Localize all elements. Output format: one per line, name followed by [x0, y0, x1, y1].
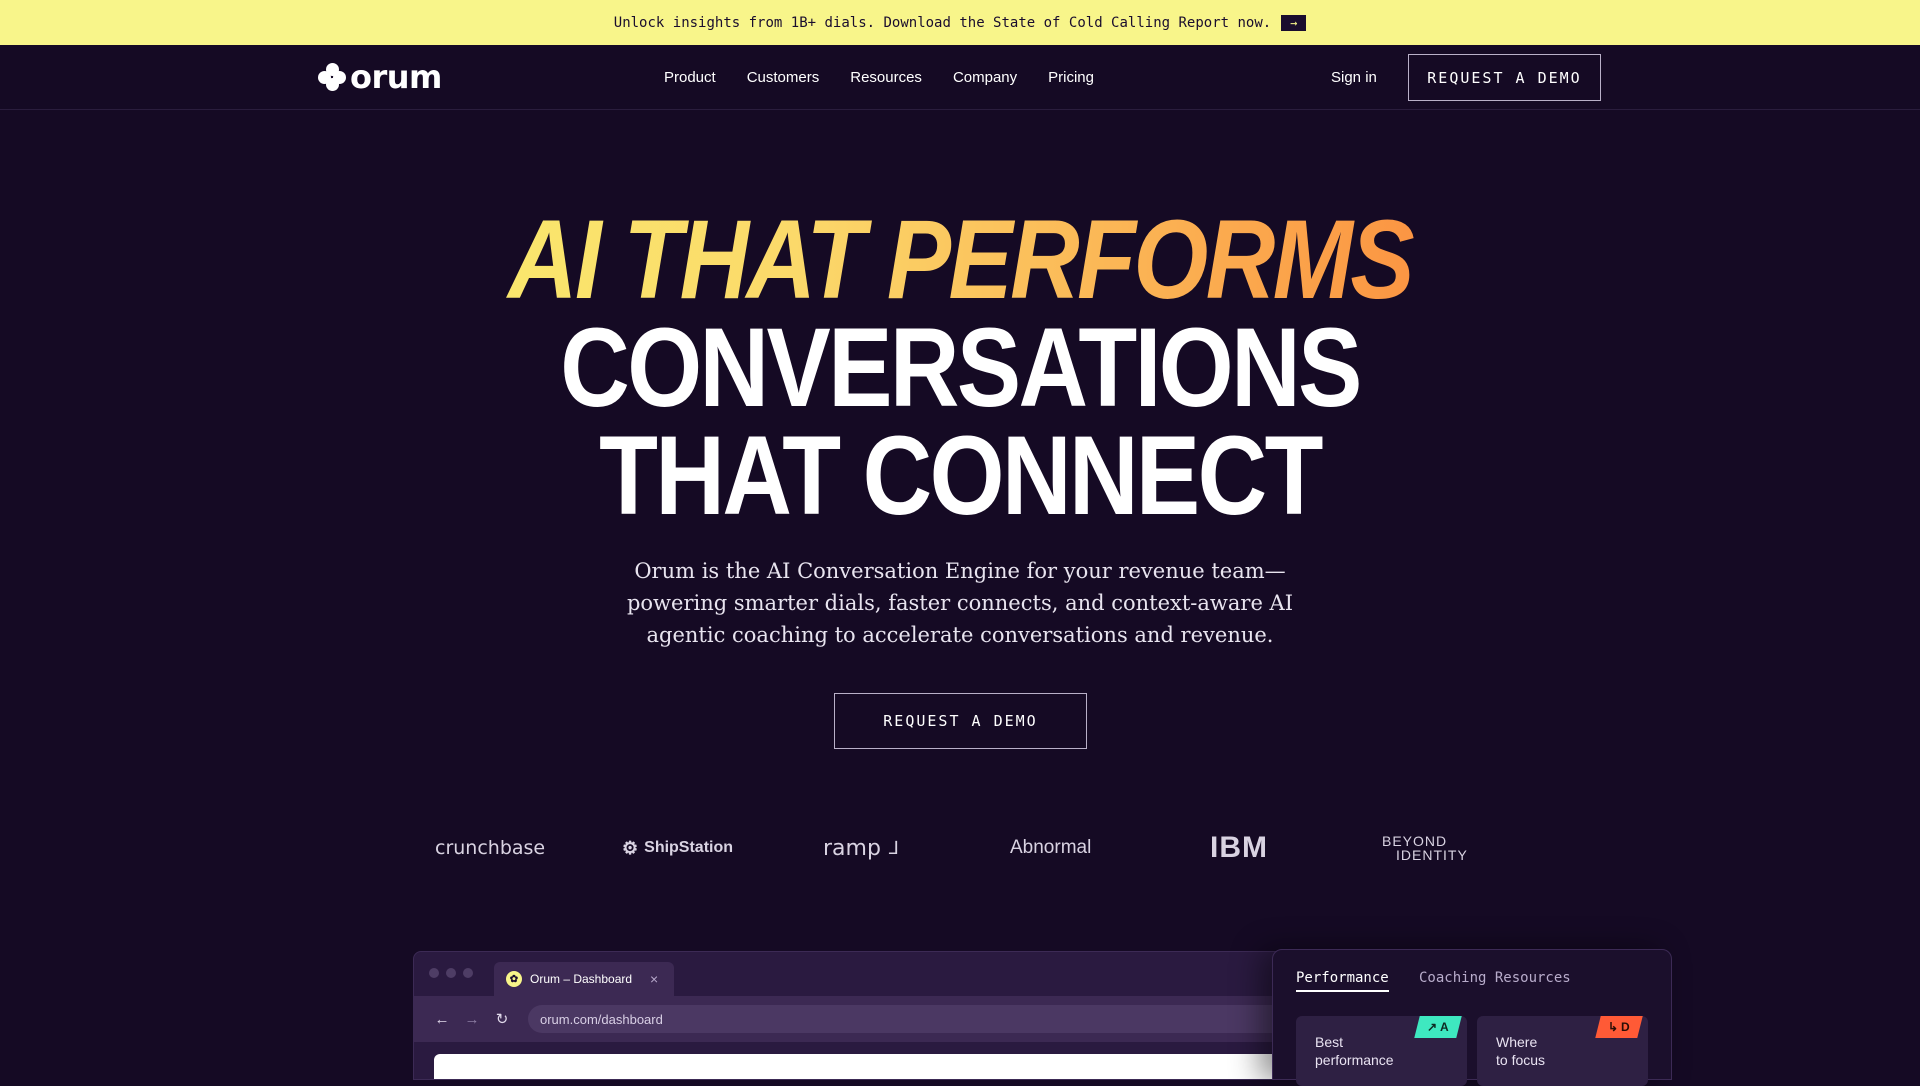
page-content-area	[434, 1054, 1292, 1079]
orum-favicon-icon: ✿	[506, 971, 522, 987]
window-dot	[463, 968, 473, 978]
logo-text: orum	[350, 58, 442, 96]
performance-panel: Performance Coaching Resources ↗ A Best …	[1272, 949, 1672, 1086]
browser-tab-title: Orum – Dashboard	[530, 972, 633, 986]
subtitle-line-3: agentic coaching to accelerate conversat…	[646, 623, 1274, 647]
best-performance-card[interactable]: ↗ A Best performance	[1296, 1016, 1467, 1086]
orum-flower-icon	[318, 63, 346, 91]
tab-performance[interactable]: Performance	[1296, 970, 1389, 992]
headline-line-2: CONVERSATIONS	[560, 305, 1362, 430]
hero-headline: AI THAT PERFORMS CONVERSATIONS THAT CONN…	[0, 110, 1920, 538]
back-arrow-icon[interactable]: ←	[434, 1011, 450, 1028]
shipstation-logo: ⚙ ShipStation	[622, 837, 734, 858]
beyond-identity-logo: BEYOND IDENTITY	[1382, 833, 1468, 863]
nav-request-demo-button[interactable]: REQUEST A DEMO	[1408, 54, 1601, 101]
gear-icon: ⚙	[622, 837, 639, 858]
grade-badge: ↗ A	[1414, 1016, 1462, 1038]
top-nav: orum Product Customers Resources Company…	[0, 45, 1920, 110]
window-dot	[429, 968, 439, 978]
reload-icon[interactable]: ↻	[494, 1010, 510, 1028]
nav-pricing[interactable]: Pricing	[1048, 69, 1094, 86]
arrow-right-icon[interactable]: →	[1281, 14, 1307, 31]
ramp-logo: ramp ⅃	[823, 835, 899, 861]
forward-arrow-icon[interactable]: →	[464, 1011, 480, 1028]
card-label-line-2: to focus	[1496, 1052, 1546, 1068]
card-label-line-2: performance	[1315, 1052, 1394, 1068]
return-arrow-icon: ↳	[1608, 1020, 1619, 1034]
nav-links: Product Customers Resources Company Pric…	[664, 45, 1094, 110]
url-input[interactable]: orum.com/dashboard	[528, 1005, 1288, 1033]
nav-company[interactable]: Company	[953, 69, 1017, 86]
browser-tab[interactable]: ✿ Orum – Dashboard ×	[494, 962, 674, 996]
orum-logo[interactable]: orum	[318, 58, 442, 96]
grade-badge: ↳ D	[1595, 1016, 1643, 1038]
card-label-line-1: Best	[1315, 1034, 1344, 1050]
address-bar-row: ← → ↻ orum.com/dashboard	[414, 996, 1292, 1042]
tab-coaching-resources[interactable]: Coaching Resources	[1419, 970, 1571, 986]
where-to-focus-card[interactable]: ↳ D Where to focus	[1477, 1016, 1648, 1086]
browser-window-mockup: ✿ Orum – Dashboard × ← → ↻ orum.com/dash…	[413, 951, 1293, 1080]
close-icon[interactable]: ×	[650, 971, 658, 987]
crunchbase-logo: crunchbase	[435, 837, 546, 859]
ramp-mark-icon: ⅃	[888, 837, 899, 859]
hero-subtitle: Orum is the AI Conversation Engine for y…	[560, 555, 1360, 651]
subtitle-line-1: Orum is the AI Conversation Engine for y…	[634, 559, 1286, 583]
abnormal-logo: Abnormal	[1010, 837, 1092, 858]
hero-request-demo-button[interactable]: REQUEST A DEMO	[834, 693, 1087, 749]
window-controls	[429, 968, 473, 978]
card-label-line-1: Where	[1496, 1034, 1538, 1050]
ibm-logo: IBM	[1210, 831, 1268, 864]
trend-up-icon: ↗	[1427, 1020, 1438, 1034]
subtitle-line-2: powering smarter dials, faster connects,…	[626, 591, 1294, 615]
window-dot	[446, 968, 456, 978]
nav-product[interactable]: Product	[664, 69, 716, 86]
announcement-banner[interactable]: Unlock insights from 1B+ dials. Download…	[0, 0, 1920, 45]
headline-line-3: THAT CONNECT	[599, 413, 1323, 538]
customer-logos: crunchbase ⚙ ShipStation ramp ⅃ Abnormal…	[0, 830, 1920, 866]
headline-line-1: AI THAT PERFORMS	[134, 204, 1785, 316]
nav-resources[interactable]: Resources	[850, 69, 922, 86]
nav-customers[interactable]: Customers	[747, 69, 820, 86]
sign-in-link[interactable]: Sign in	[1331, 69, 1377, 86]
banner-text: Unlock insights from 1B+ dials. Download…	[613, 14, 1272, 31]
